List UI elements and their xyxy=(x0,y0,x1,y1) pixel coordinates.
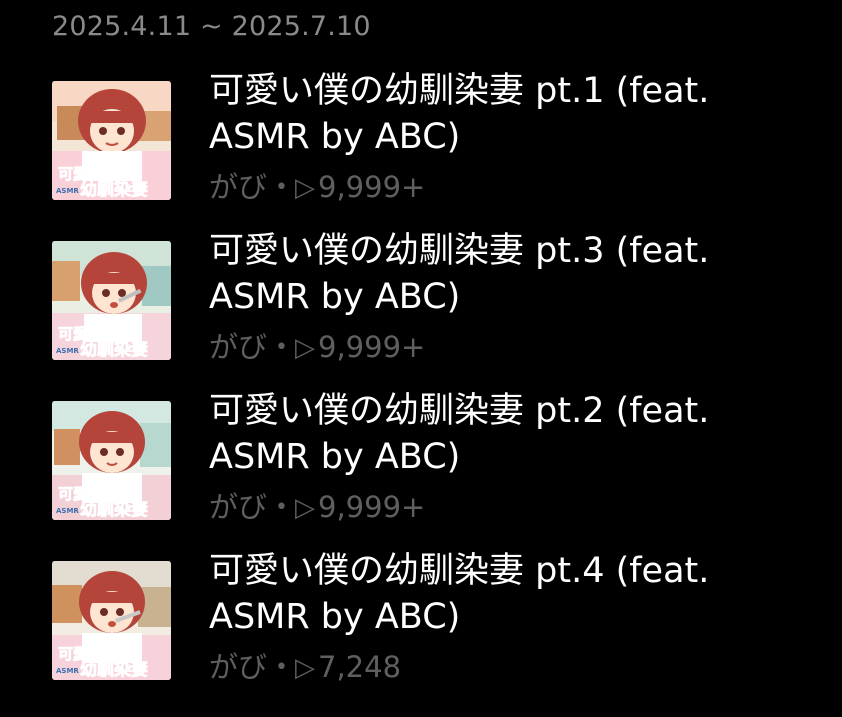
separator-dot: • xyxy=(275,495,288,520)
svg-text:ASMR: ASMR xyxy=(56,507,79,515)
track-title: 可愛い僕の幼馴染妻 pt.2 (feat. ASMR by ABC) xyxy=(209,391,710,477)
date-range-label: 2025.4.11 ~ 2025.7.10 xyxy=(52,11,371,42)
track-item[interactable]: 可愛い僕の 幼馴染妻 ASMR 可愛い僕の幼馴染妻 pt.3 (feat. AS… xyxy=(0,224,842,384)
svg-text:幼馴染妻: 幼馴染妻 xyxy=(80,659,148,680)
track-title: 可愛い僕の幼馴染妻 pt.3 (feat. ASMR by ABC) xyxy=(209,231,710,317)
svg-text:幼馴染妻: 幼馴染妻 xyxy=(80,339,148,360)
track-title: 可愛い僕の幼馴染妻 pt.1 (feat. ASMR by ABC) xyxy=(209,71,710,157)
track-item[interactable]: 可愛い僕の 幼馴染妻 ASMR 可愛い僕の幼馴染妻 pt.4 (feat. AS… xyxy=(0,544,842,704)
track-item[interactable]: 可愛い僕の 幼馴染妻 ASMR 可愛い僕の幼馴染妻 pt.1 (feat. AS… xyxy=(0,64,842,224)
play-count: 9,999+ xyxy=(318,330,426,364)
album-cover-image: 可愛い僕の 幼馴染妻 ASMR xyxy=(52,561,171,680)
track-meta: がび • ▷ 7,248 xyxy=(209,647,401,688)
separator-dot: • xyxy=(275,655,288,680)
play-count: 9,999+ xyxy=(318,490,426,524)
play-outline-icon: ▷ xyxy=(295,653,315,683)
album-cover-image: 可愛い僕の 幼馴染妻 ASMR xyxy=(52,401,171,520)
album-cover-image: 可愛い僕の 幼馴染妻 ASMR xyxy=(52,81,171,200)
play-count: 9,999+ xyxy=(318,170,426,204)
track-title: 可愛い僕の幼馴染妻 pt.4 (feat. ASMR by ABC) xyxy=(209,551,710,637)
play-outline-icon: ▷ xyxy=(295,333,315,363)
play-outline-icon: ▷ xyxy=(295,173,315,203)
svg-text:ASMR: ASMR xyxy=(56,347,79,355)
artist-name: がび xyxy=(209,490,268,524)
artist-name: がび xyxy=(209,650,268,684)
play-count: 7,248 xyxy=(318,650,402,684)
svg-text:ASMR: ASMR xyxy=(56,187,79,195)
svg-text:幼馴染妻: 幼馴染妻 xyxy=(80,179,148,200)
separator-dot: • xyxy=(275,175,288,200)
track-meta: がび • ▷ 9,999+ xyxy=(209,327,425,368)
svg-text:幼馴染妻: 幼馴染妻 xyxy=(80,499,148,520)
track-item[interactable]: 可愛い僕の 幼馴染妻 ASMR 可愛い僕の幼馴染妻 pt.2 (feat. AS… xyxy=(0,384,842,544)
separator-dot: • xyxy=(275,335,288,360)
play-outline-icon: ▷ xyxy=(295,493,315,523)
svg-text:ASMR: ASMR xyxy=(56,667,79,675)
track-meta: がび • ▷ 9,999+ xyxy=(209,487,425,528)
artist-name: がび xyxy=(209,170,268,204)
artist-name: がび xyxy=(209,330,268,364)
album-cover-image: 可愛い僕の 幼馴染妻 ASMR xyxy=(52,241,171,360)
track-meta: がび • ▷ 9,999+ xyxy=(209,167,425,208)
